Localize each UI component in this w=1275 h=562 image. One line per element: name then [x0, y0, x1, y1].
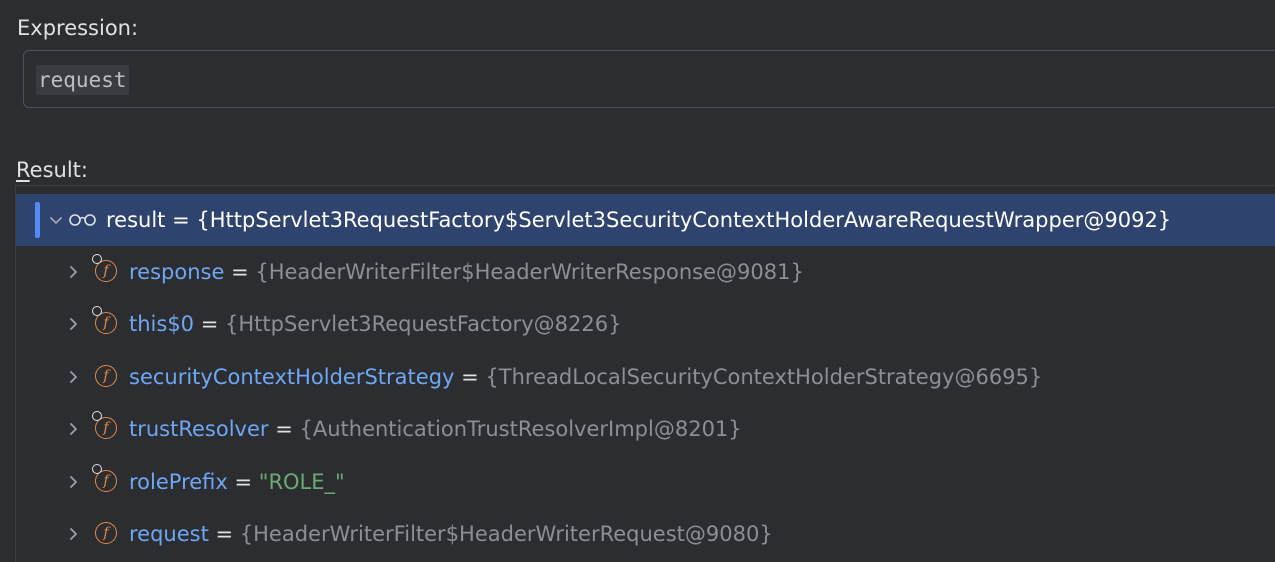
- result-label: Result:: [16, 156, 88, 184]
- field-icon: f: [95, 365, 119, 389]
- field-name: request: [129, 522, 209, 546]
- field-pinned-icon: f: [92, 411, 119, 441]
- field-pinned-icon: f: [92, 306, 119, 336]
- tree-row-trustResolver[interactable]: f trustResolver = {AuthenticationTrustRe…: [16, 403, 1275, 455]
- chevron-right-icon[interactable]: [61, 421, 85, 437]
- chevron-right-icon[interactable]: [61, 316, 85, 332]
- field-value: {HeaderWriterFilter$HeaderWriterRequest@…: [239, 522, 773, 546]
- field-equals: =: [454, 365, 486, 389]
- watch-glasses-icon: [68, 208, 98, 232]
- evaluate-expression-panel: Expression: request Result: result = {Ht…: [0, 0, 1275, 562]
- field-value: {ThreadLocalSecurityContextHolderStrateg…: [485, 365, 1043, 389]
- field-value: {HttpServlet3RequestFactory@8226}: [225, 312, 622, 336]
- chevron-right-icon[interactable]: [61, 474, 85, 490]
- chevron-right-icon[interactable]: [61, 526, 85, 542]
- result-value: {HttpServlet3RequestFactory$Servlet3Secu…: [196, 208, 1172, 232]
- field-name: rolePrefix: [129, 470, 228, 494]
- tree-row-request[interactable]: f request = {HeaderWriterFilter$HeaderWr…: [16, 508, 1275, 560]
- field-icon: f: [95, 522, 119, 546]
- chevron-right-icon[interactable]: [61, 369, 85, 385]
- field-name: trustResolver: [129, 417, 269, 441]
- field-pinned-icon: f: [92, 254, 119, 284]
- field-name: response: [129, 260, 225, 284]
- field-name: securityContextHolderStrategy: [129, 365, 455, 389]
- field-pinned-icon: f: [92, 464, 119, 494]
- result-label-mnemonic: R: [16, 158, 30, 182]
- expression-label: Expression:: [17, 16, 139, 40]
- result-name: result: [106, 208, 166, 232]
- field-value: {HeaderWriterFilter$HeaderWriterResponse…: [255, 260, 804, 284]
- field-value-string: "ROLE_": [258, 470, 345, 494]
- result-tree[interactable]: result = {HttpServlet3RequestFactory$Ser…: [15, 185, 1275, 562]
- field-equals: =: [268, 417, 300, 441]
- tree-row-response[interactable]: f response = {HeaderWriterFilter$HeaderW…: [16, 246, 1275, 298]
- field-value: {AuthenticationTrustResolverImpl@8201}: [299, 417, 742, 441]
- field-equals: =: [224, 260, 256, 284]
- chevron-right-icon[interactable]: [61, 264, 85, 280]
- tree-row-this0[interactable]: f this$0 = {HttpServlet3RequestFactory@8…: [16, 298, 1275, 350]
- result-label-rest: esult:: [29, 158, 88, 182]
- tree-row-result[interactable]: result = {HttpServlet3RequestFactory$Ser…: [16, 194, 1275, 246]
- tree-row-securityContextHolderStrategy[interactable]: f securityContextHolderStrategy = {Threa…: [16, 351, 1275, 403]
- expression-input-value[interactable]: request: [36, 65, 129, 95]
- expression-input[interactable]: request: [23, 50, 1275, 108]
- field-name: this$0: [129, 312, 195, 336]
- focus-indicator: [35, 202, 40, 238]
- tree-row-rolePrefix[interactable]: f rolePrefix = "ROLE_": [16, 456, 1275, 508]
- chevron-down-icon[interactable]: [44, 212, 68, 228]
- field-equals: =: [208, 522, 240, 546]
- field-equals: =: [194, 312, 225, 336]
- result-equals: =: [165, 208, 197, 232]
- field-equals: =: [227, 470, 259, 494]
